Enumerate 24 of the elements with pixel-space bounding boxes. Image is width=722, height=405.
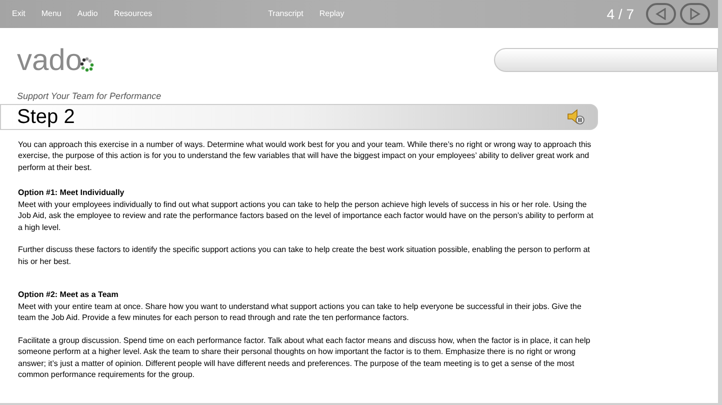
paragraph: Further discuss these factors to identify the specific support actions you can take to help create the best work situation possible, enabling the person to perform at his or her best. [18, 244, 591, 267]
paragraph: Meet with your employees individually to find out what support actions you can take to help the person achieve high levels of success in his or her role. Using the Job Aid, ask the employee to review and rate the performance factors based on the level of importance each factor would have on the person’s ability to perform at a high level. [18, 198, 594, 233]
paragraph: Facilitate a group discussion. Spend time on each performance factor. Talk about what each factor means and discuss how, when the factor is in place, it can help someone perform at a higher level. Ask the team to share their personal thoughts on how important the factor is to them. Emphasize there is no right or wrong answer; it’s just a matter of opinion. Different people will have different needs and preferences. The purpose of the team meeting is to get a sense of the most common performance requirements for the group. [18, 334, 592, 380]
speaker-icon[interactable] [567, 108, 585, 124]
menu-item[interactable]: Audio [69, 8, 106, 20]
menu-item[interactable]: Replay [311, 8, 352, 20]
next-button[interactable] [680, 3, 710, 25]
menu-item[interactable]: Exit [4, 8, 34, 20]
previous-button[interactable] [646, 3, 676, 25]
logo-dots-icon [80, 56, 94, 74]
menu-item[interactable]: Resources [106, 8, 160, 20]
menu-item[interactable]: Transcript [260, 8, 312, 20]
step-title: Step 2 [17, 104, 75, 130]
search-field[interactable] [494, 48, 718, 72]
subtitle: Support Your Team for Performance [16, 90, 162, 103]
menu-item[interactable]: Menu [33, 8, 70, 20]
paragraph: You can approach this exercise in a number of ways. Determine what would work best for you and your team. While there’s no right or wrong way to approach this exercise, the purpose of this action is for you to understand the few variables that will have the biggest impact on your employees’ ability to deliver great work and perform at their best. [18, 138, 592, 173]
page-counter: 4 / 7 [606, 4, 634, 24]
section-heading: Option #2: Meet as a Team [18, 289, 120, 300]
logo: vado [17, 46, 82, 76]
left-triangle-icon [655, 8, 667, 20]
right-triangle-icon [689, 8, 701, 20]
paragraph: Meet with your entire team at once. Share how you want to understand what support actions you can take to help everyone be successful in their jobs. Give the team the Job Aid. Provide a few minutes for each person to read through and rate the ten performance factors. [18, 300, 582, 324]
section-heading: Option #1: Meet Individually [18, 187, 126, 198]
